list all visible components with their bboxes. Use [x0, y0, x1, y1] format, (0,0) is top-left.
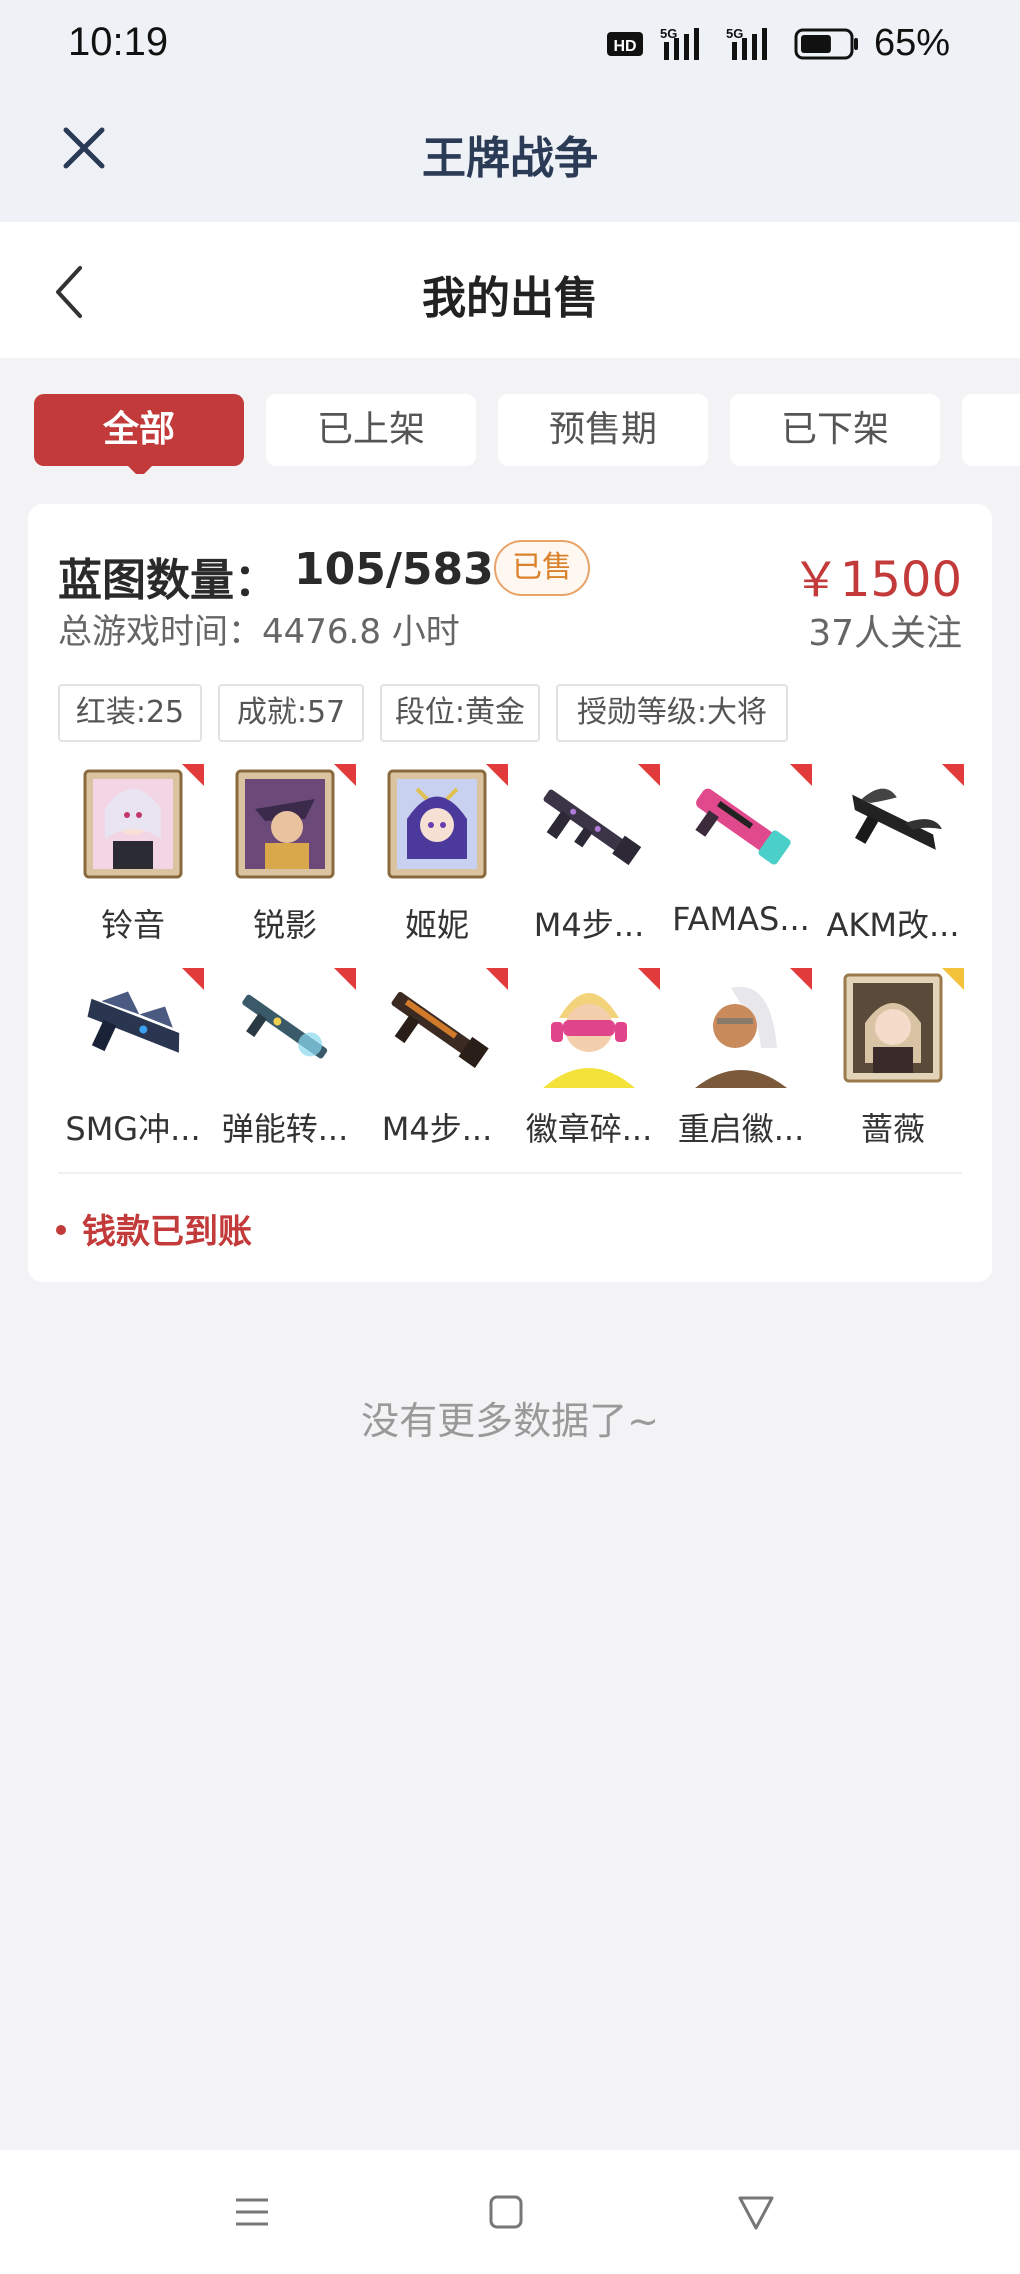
character-portrait-icon [833, 968, 953, 1088]
status-bar: 10:19 HD 5G 5G 65% [0, 0, 1020, 90]
back-triangle-icon [738, 2196, 774, 2230]
home-icon [489, 2195, 523, 2229]
item-card[interactable]: 蔷薇 [818, 968, 968, 1168]
item-card[interactable]: SMG冲... [58, 968, 208, 1168]
tab-listed[interactable]: 已上架 [266, 394, 476, 466]
status-badge: 已售 [494, 540, 590, 596]
tab-presale[interactable]: 预售期 [498, 394, 708, 466]
item-name: AKM改... [826, 906, 960, 944]
item-name: 蔷薇 [860, 1110, 925, 1148]
tag-achievement: 成就:57 [218, 684, 364, 742]
item-card[interactable]: M4步... [514, 764, 664, 964]
item-name: 锐影 [252, 906, 317, 944]
battery-percent: 65% [873, 22, 950, 64]
item-name: 重启徽... [677, 1110, 805, 1148]
tab-delisted[interactable]: 已下架 [730, 394, 940, 466]
character-portrait-icon [529, 968, 649, 1088]
rarity-corner [942, 968, 964, 990]
svg-text:HD: HD [613, 38, 636, 55]
page-title: 我的出售 [422, 273, 598, 324]
payment-status: 钱款已到账 [56, 1204, 252, 1253]
tag-rank: 段位:黄金 [380, 684, 540, 742]
tag-medal-level: 授勋等级:大将 [556, 684, 788, 742]
rarity-corner [334, 968, 356, 990]
item-name: FAMAS... [672, 900, 810, 938]
blueprint-count: 105/583 [294, 544, 494, 595]
tag-red-gear: 红装:25 [58, 684, 202, 742]
back-nav-button[interactable] [724, 2180, 788, 2244]
active-tab-pointer [126, 464, 154, 474]
filter-tabs: 全部 已上架 预售期 已下架 已 [34, 394, 1020, 474]
menu-icon [236, 2198, 268, 2226]
item-name: 姬妮 [404, 906, 469, 944]
status-time: 10:19 [68, 20, 169, 64]
character-portrait-icon [73, 764, 193, 884]
smg-icon [73, 968, 193, 1088]
rarity-corner [182, 764, 204, 786]
listing-price: ￥1500 [791, 552, 962, 608]
item-card[interactable]: 姬妮 [362, 764, 512, 964]
signal-5g-icon-2: 5G [724, 26, 780, 62]
listing-card[interactable]: 蓝图数量： 105/583 已售 ￥1500 总游戏时间：4476.8 小时 3… [28, 504, 992, 1282]
rarity-corner [942, 764, 964, 786]
divider [58, 1172, 962, 1174]
hd-icon: HD [606, 29, 646, 59]
item-card[interactable]: 弹能转... [210, 968, 360, 1168]
rifle-icon [377, 968, 497, 1088]
character-portrait-icon [377, 764, 497, 884]
page-header: 我的出售 [0, 222, 1020, 358]
character-portrait-icon [681, 968, 801, 1088]
end-of-list-text: 没有更多数据了~ [361, 1399, 659, 1443]
rarity-corner [334, 764, 356, 786]
status-icons: HD 5G 5G 65% [606, 22, 950, 65]
rarity-corner [182, 968, 204, 990]
item-name: 徽章碎... [525, 1110, 653, 1148]
rarity-corner [638, 764, 660, 786]
rarity-corner [486, 764, 508, 786]
home-button[interactable] [474, 2180, 538, 2244]
battery-icon [794, 28, 860, 60]
status-dot [56, 1224, 66, 1235]
tab-all[interactable]: 全部 [34, 394, 244, 466]
follower-count: 37人关注 [808, 613, 962, 654]
rarity-corner [486, 968, 508, 990]
signal-5g-icon: 5G [660, 26, 710, 62]
item-card[interactable]: 重启徽... [666, 968, 816, 1168]
app-header: 王牌战争 [0, 90, 1020, 222]
rifle-icon [833, 764, 953, 884]
payment-status-text: 钱款已到账 [82, 1212, 252, 1252]
rarity-corner [790, 968, 812, 990]
app-title: 王牌战争 [422, 133, 598, 184]
item-name: 弹能转... [221, 1110, 349, 1148]
item-name: M4步... [533, 906, 645, 944]
character-portrait-icon [225, 764, 345, 884]
menu-button[interactable] [220, 2180, 284, 2244]
item-name: 铃音 [100, 906, 165, 944]
rifle-icon [225, 968, 345, 1088]
item-card[interactable]: M4步... [362, 968, 512, 1168]
blueprint-label: 蓝图数量： [58, 555, 278, 606]
item-name: SMG冲... [65, 1110, 201, 1148]
playtime: 总游戏时间：4476.8 小时 [58, 612, 460, 652]
svg-text:5G: 5G [726, 26, 743, 41]
rifle-icon [529, 764, 649, 884]
item-card[interactable]: FAMAS... [666, 764, 816, 964]
item-card[interactable]: 锐影 [210, 764, 360, 964]
system-nav-bar [0, 2150, 1020, 2274]
tab-more[interactable]: 已 [962, 394, 1020, 466]
item-name: M4步... [381, 1110, 493, 1148]
item-card[interactable]: AKM改... [818, 764, 968, 964]
item-card[interactable]: 徽章碎... [514, 968, 664, 1168]
rifle-icon [681, 764, 801, 884]
rarity-corner [790, 764, 812, 786]
item-card[interactable]: 铃音 [58, 764, 208, 964]
rarity-corner [638, 968, 660, 990]
